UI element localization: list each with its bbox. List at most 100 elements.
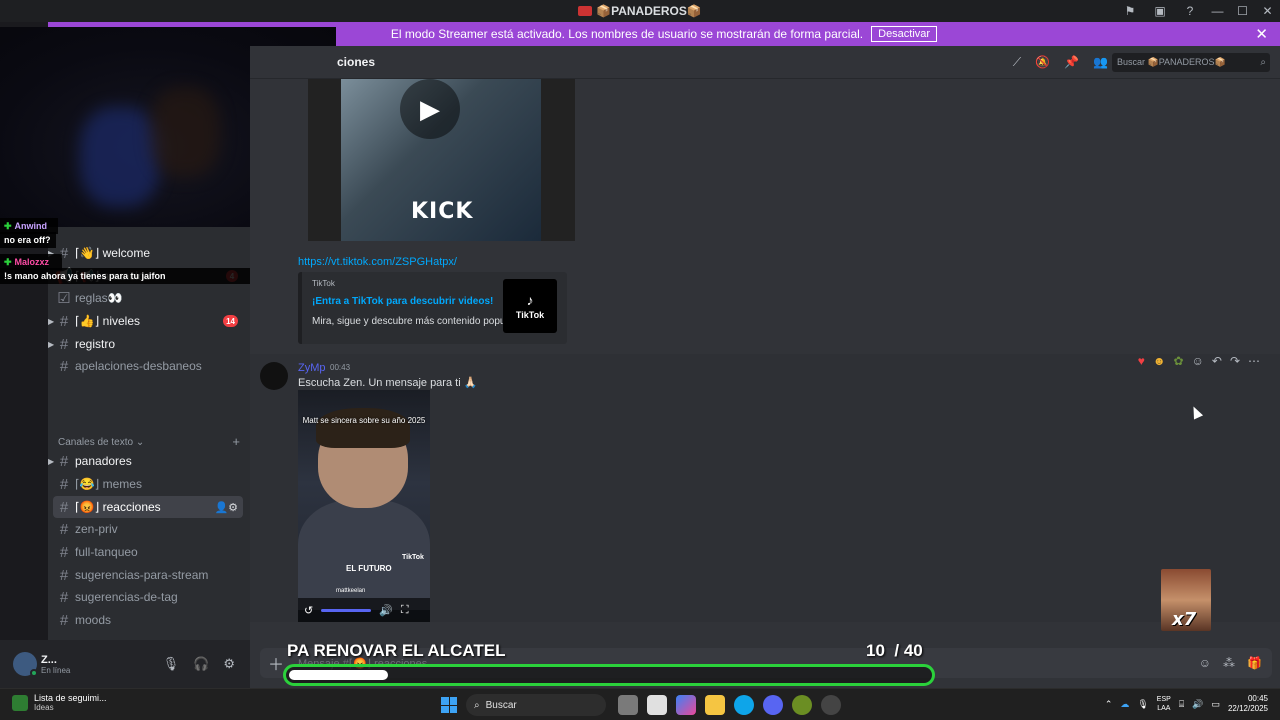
minimize-button[interactable]: — — [1205, 0, 1230, 22]
sidebar-channel[interactable]: # ⌈😡⌋ reacciones 👤⚙ — [53, 496, 243, 518]
chevron-up-icon[interactable]: ⌃ — [1105, 699, 1113, 710]
video-watermark: KICK — [411, 199, 474, 224]
expand-arrow-icon[interactable]: ▶ — [48, 457, 54, 466]
channel-label: ⌈😂⌋ memes — [75, 477, 142, 491]
reply-icon[interactable]: ↶ — [1212, 354, 1222, 368]
video-subtitle: EL FUTURO — [346, 564, 392, 573]
language-indicator[interactable]: ESP LAA — [1157, 695, 1171, 713]
category-header[interactable]: Canales de texto ⌄ — [58, 437, 144, 448]
maximize-button[interactable]: ☐ — [1230, 0, 1255, 22]
sidebar-channel[interactable]: # ⌈😂⌋ memes — [53, 473, 243, 495]
search-input[interactable]: Buscar 📦PANADEROS📦 ⌕ — [1112, 53, 1270, 72]
message-author[interactable]: ZyMp — [298, 362, 326, 374]
video-player[interactable]: Matt se sincera sobre su año 2025 EL FUT… — [298, 390, 430, 622]
sidebar-channel[interactable]: # sugerencias-para-stream — [53, 564, 243, 586]
channel-label: full-tanqueo — [75, 545, 138, 559]
chat-area: ciones ⟋ 🔕 📌 👥 Buscar 📦PANADEROS📦 ⌕ ▶ KI… — [250, 46, 1280, 688]
video-caption: Matt se sincera sobre su año 2025 — [302, 416, 426, 425]
expand-arrow-icon[interactable]: ▶ — [48, 317, 54, 326]
add-reaction-icon[interactable]: ☺ — [1192, 354, 1204, 368]
hash-icon: # — [59, 520, 69, 538]
obs-icon[interactable] — [821, 695, 841, 715]
sidebar-channel[interactable]: # sugerencias-de-tag — [53, 586, 243, 608]
fullscreen-icon[interactable]: ⛶ — [401, 604, 409, 617]
edge-icon[interactable] — [734, 695, 754, 715]
sidebar-channel[interactable]: ▶ # panadores — [48, 450, 243, 472]
sidebar-channel[interactable]: ▶ # ⌈👋⌋ welcome — [48, 242, 243, 264]
goal-title: PA RENOVAR EL ALCATEL — [287, 641, 506, 660]
file-explorer-icon[interactable] — [705, 695, 725, 715]
plus-icon[interactable]: ＋ — [268, 651, 284, 675]
windows-start-icon[interactable] — [441, 697, 457, 713]
forward-icon[interactable]: ↷ — [1230, 354, 1240, 368]
help-icon[interactable]: ? — [1175, 0, 1205, 22]
embed-title[interactable]: ¡Entra a TikTok para descubrir videos! — [312, 296, 493, 307]
inbox-flag-icon[interactable]: ⚑ — [1115, 0, 1145, 22]
app-icon[interactable] — [792, 695, 812, 715]
avatar[interactable] — [260, 362, 288, 390]
goal-progress-fill — [289, 670, 388, 680]
pin-icon[interactable]: 📌 — [1064, 55, 1079, 70]
embed-thumbnail[interactable]: ♪ TikTok — [503, 279, 557, 333]
video-progress[interactable] — [321, 608, 372, 612]
clock[interactable]: 00:45 22/12/2025 — [1228, 694, 1268, 714]
video-embed[interactable]: ▶ KICK — [308, 79, 575, 241]
channel-label: moods — [75, 613, 112, 627]
threads-icon[interactable]: ⟋ — [1013, 55, 1021, 70]
custom-reaction-icon[interactable]: ✿ — [1174, 354, 1184, 368]
channel-name: ciones — [337, 55, 376, 69]
member-list-icon[interactable]: 👥 — [1093, 55, 1108, 70]
sidebar-channel[interactable]: # apelaciones-desbaneos — [53, 355, 243, 377]
task-view-icon[interactable] — [618, 695, 638, 715]
settings-gear-icon[interactable]: ⚙ — [223, 656, 235, 672]
sidebar-channel[interactable]: ☑ reglas👀 — [53, 287, 243, 309]
add-channel-icon[interactable]: + — [232, 434, 240, 449]
goal-progress-bar — [283, 664, 935, 686]
copilot-icon[interactable] — [676, 695, 696, 715]
discord-icon[interactable] — [763, 695, 783, 715]
tiktok-link[interactable]: https://vt.tiktok.com/ZSPGHatpx/ — [298, 256, 457, 268]
laugh-reaction-icon[interactable]: ☻ — [1153, 354, 1166, 368]
user-status: En línea — [41, 665, 71, 675]
message-time: 00:43 — [330, 363, 351, 372]
volume-icon[interactable]: 🔊 — [379, 604, 393, 617]
more-icon[interactable]: ⋯ — [1248, 354, 1260, 368]
expand-arrow-icon[interactable]: ▶ — [48, 340, 54, 349]
emoji-icon[interactable]: ☺ — [1199, 656, 1211, 670]
replay-icon[interactable]: ↺ — [304, 604, 313, 617]
network-icon[interactable]: ⌸ — [1179, 699, 1184, 710]
chevron-down-icon: ⌄ — [133, 437, 145, 448]
channel-label: sugerencias-de-tag — [75, 590, 178, 604]
user-panel: Z... En línea 🎙 🎧 ⚙ — [0, 640, 250, 688]
avatar[interactable] — [13, 652, 38, 677]
inbox-icon[interactable]: ▣ — [1145, 0, 1175, 22]
sidebar-channel[interactable]: # full-tanqueo — [53, 541, 243, 563]
sidebar-channel[interactable]: ▶ # registro — [48, 333, 243, 355]
headphones-icon[interactable]: 🎧 — [193, 656, 209, 672]
gift-icon[interactable]: 🎁 — [1247, 656, 1262, 670]
microphone-icon[interactable]: 🎙 — [1137, 699, 1148, 710]
notification-bell-icon[interactable]: 🔕 — [1035, 55, 1050, 70]
heart-reaction-icon[interactable]: ♥ — [1138, 354, 1145, 368]
channel-header: ciones ⟋ 🔕 📌 👥 Buscar 📦PANADEROS📦 ⌕ — [250, 46, 1280, 79]
server-icon — [578, 6, 593, 16]
microphone-icon[interactable]: 🎙 — [163, 656, 180, 672]
sidebar-channel[interactable]: # zen-priv — [53, 518, 243, 540]
taskbar-search[interactable]: ⌕ Buscar — [466, 694, 606, 716]
store-icon[interactable] — [647, 695, 667, 715]
battery-icon[interactable]: ▭ — [1211, 699, 1220, 710]
volume-icon[interactable]: 🔊 — [1192, 699, 1203, 710]
close-icon[interactable]: ✕ — [1255, 25, 1268, 43]
onedrive-icon[interactable]: ☁ — [1120, 699, 1129, 710]
widgets-button[interactable]: Lista de seguimi... Ideas — [12, 693, 107, 712]
sidebar-channel[interactable]: ▶ # ⌈👍⌋ niveles 14 — [48, 310, 243, 332]
apps-icon[interactable]: ⁂ — [1223, 656, 1235, 670]
close-window-button[interactable]: ✕ — [1255, 0, 1280, 22]
deactivate-button[interactable]: Desactivar — [871, 26, 938, 42]
stock-icon — [12, 694, 28, 711]
channel-settings-icon[interactable]: 👤⚙ — [214, 501, 238, 514]
channel-label: ⌈👋⌋ welcome — [75, 246, 150, 260]
sidebar-channel[interactable]: # moods — [53, 609, 243, 631]
play-icon[interactable]: ▶ — [400, 79, 460, 139]
channel-label: apelaciones-desbaneos — [75, 359, 202, 373]
